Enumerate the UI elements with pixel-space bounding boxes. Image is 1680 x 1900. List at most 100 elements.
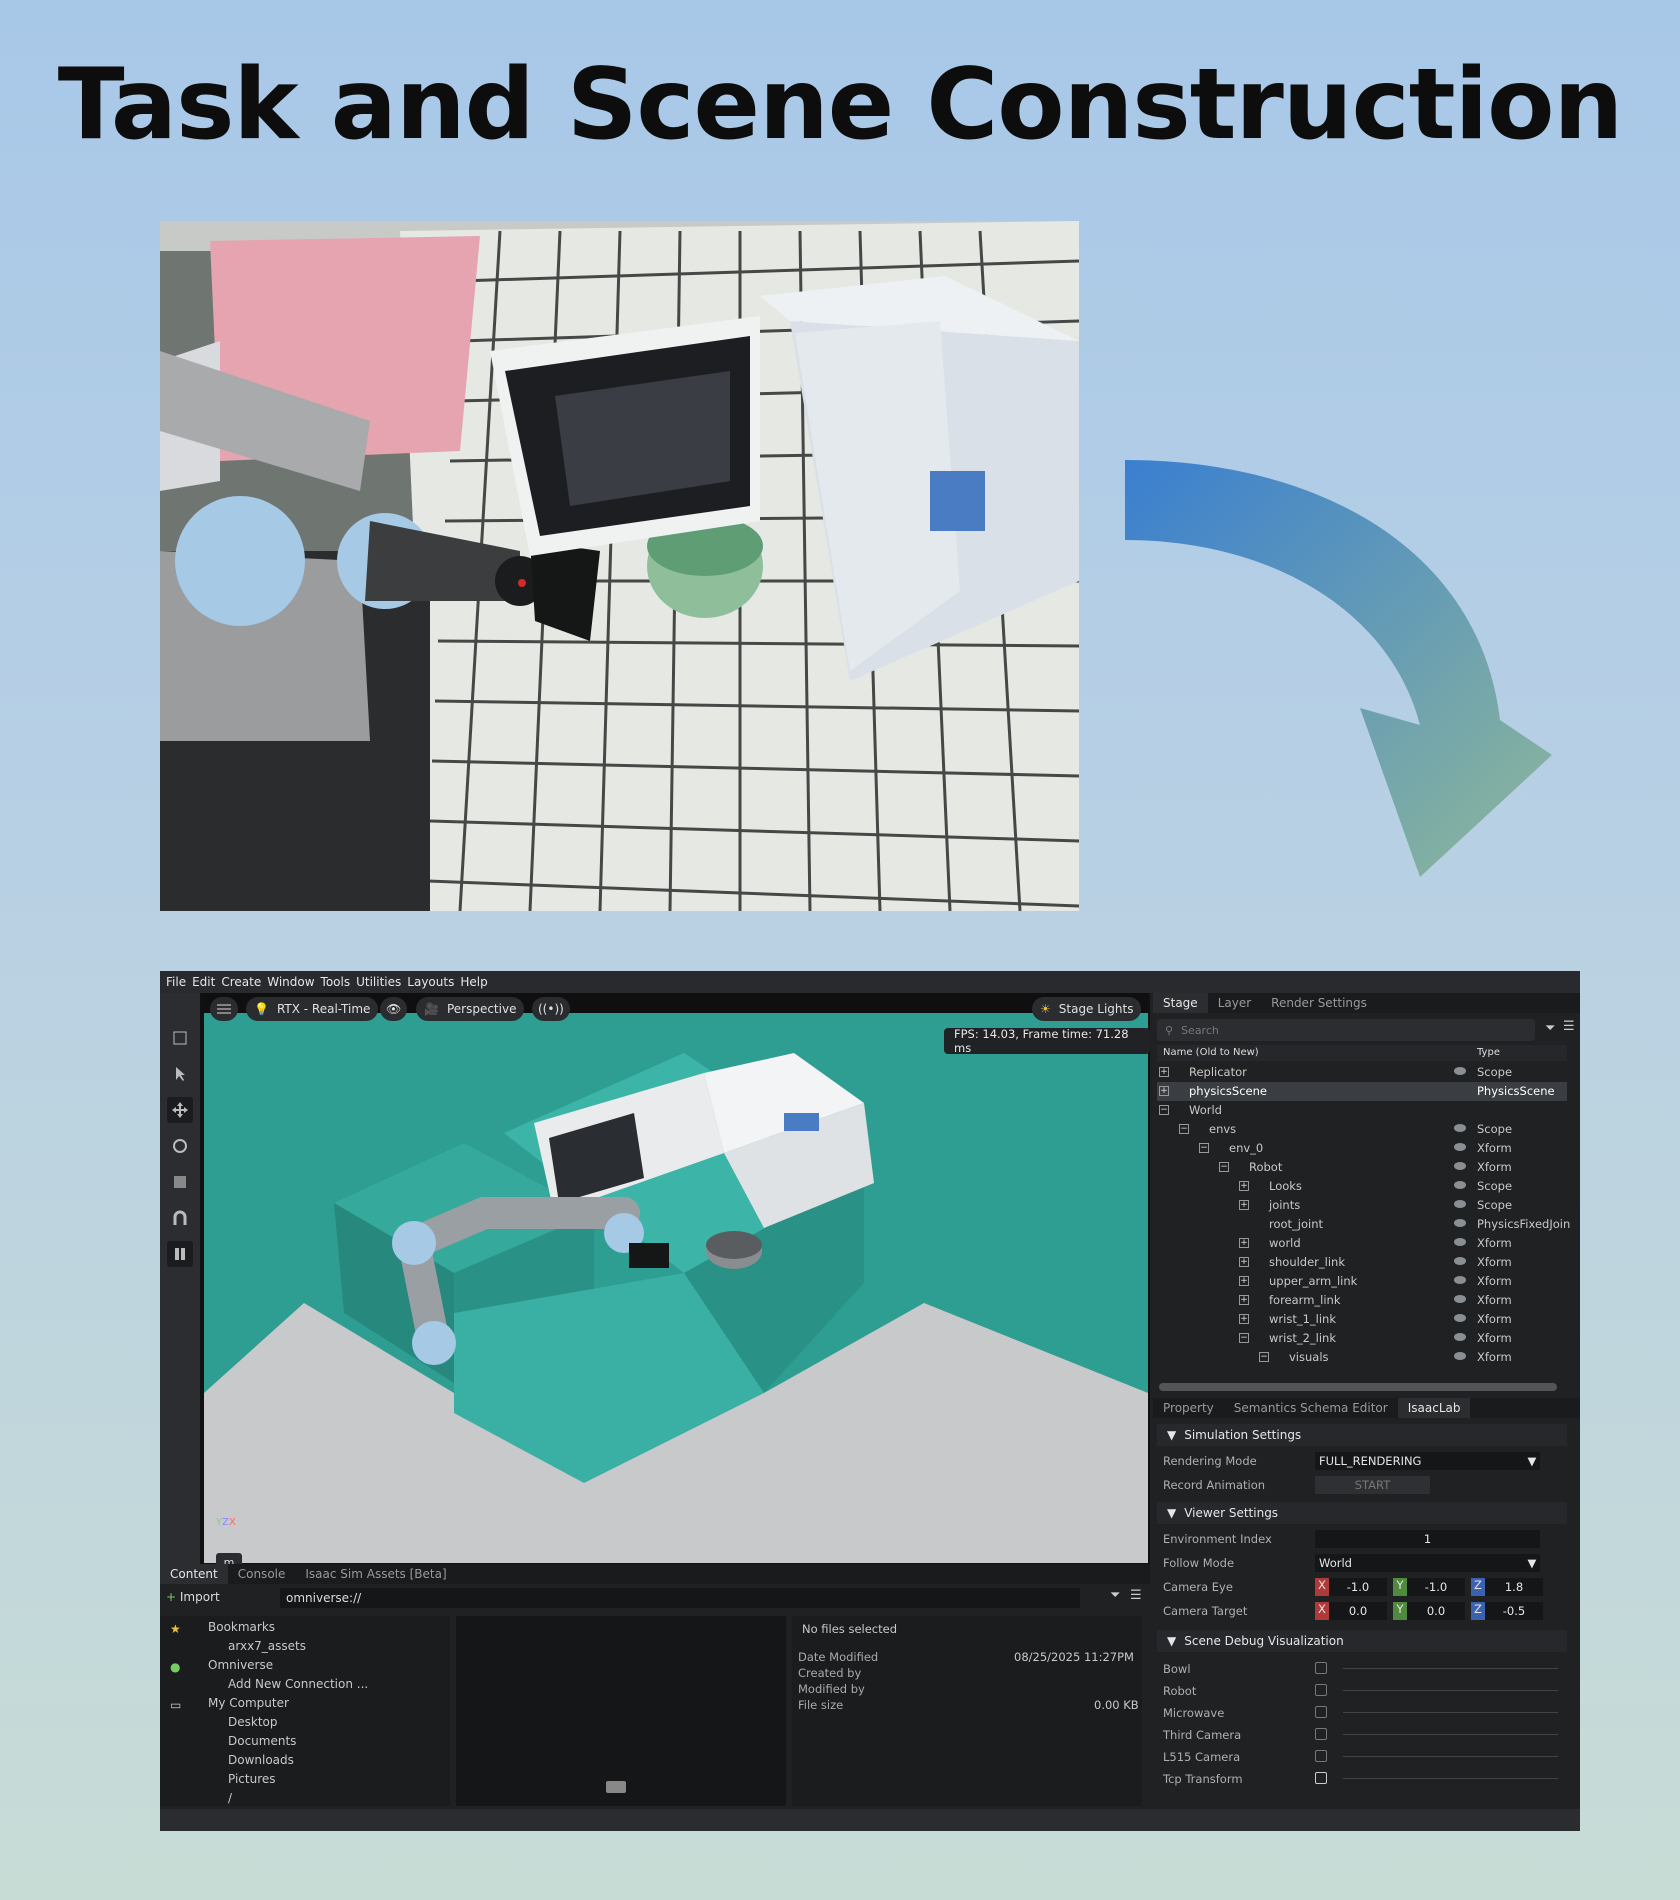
broadcast-icon[interactable]: ((•)) [532, 997, 570, 1021]
stage-row[interactable]: − wrist_2_link Xform [1157, 1329, 1567, 1348]
visibility-eye-icon[interactable] [1454, 1352, 1466, 1360]
stage-search-input[interactable]: ⚲ Search [1157, 1019, 1535, 1041]
visibility-eye-icon[interactable] [1454, 1067, 1466, 1075]
visibility-eye-icon[interactable] [1454, 1200, 1466, 1208]
camera-eye-x-field[interactable]: X -1.0 [1315, 1578, 1387, 1596]
menu-create[interactable]: Create [221, 975, 261, 989]
tab-console[interactable]: Console [228, 1564, 296, 1584]
path-input[interactable]: omniverse:// [280, 1588, 1080, 1608]
menu-layouts[interactable]: Layouts [407, 975, 454, 989]
stage-scrollbar[interactable] [1159, 1383, 1557, 1391]
tab-isaac-sim-assets[interactable]: Isaac Sim Assets [Beta] [295, 1564, 456, 1584]
visibility-eye-icon[interactable] [1454, 1181, 1466, 1189]
tree-item[interactable]: Documents [228, 1734, 296, 1748]
tab-layer[interactable]: Layer [1208, 993, 1261, 1013]
cube-icon[interactable] [167, 1025, 193, 1051]
scene-debug-header[interactable]: ▼ Scene Debug Visualization [1157, 1630, 1567, 1652]
stage-row[interactable]: + wrist_1_link Xform [1157, 1310, 1567, 1329]
visibility-eye-icon[interactable] [1454, 1295, 1466, 1303]
rendering-mode-select[interactable]: FULL_RENDERING ▼ [1315, 1452, 1540, 1470]
renderer-button[interactable]: 💡 RTX - Real-Time [246, 997, 379, 1021]
stage-row[interactable]: − Robot Xform [1157, 1158, 1567, 1177]
camera-target-z-field[interactable]: Z -0.5 [1471, 1602, 1543, 1620]
column-name[interactable]: Name (Old to New) [1163, 1047, 1259, 1058]
stage-row[interactable]: + Looks Scope [1157, 1177, 1567, 1196]
tab-render-settings[interactable]: Render Settings [1261, 993, 1377, 1013]
visibility-eye-icon[interactable] [1454, 1314, 1466, 1322]
stage-row[interactable]: − envs Scope [1157, 1120, 1567, 1139]
stage-row[interactable]: − World [1157, 1101, 1567, 1120]
simulation-settings-header[interactable]: ▼ Simulation Settings [1157, 1424, 1567, 1446]
tree-item[interactable]: Downloads [228, 1753, 294, 1767]
tree-item[interactable]: Pictures [228, 1772, 276, 1786]
stage-row[interactable]: + forearm_link Xform [1157, 1291, 1567, 1310]
stage-row[interactable]: + Replicator Scope [1157, 1063, 1567, 1082]
tree-item[interactable]: Omniverse [208, 1658, 273, 1672]
scale-icon[interactable] [167, 1169, 193, 1195]
debug-checkbox[interactable] [1315, 1750, 1327, 1762]
stage-row[interactable]: + joints Scope [1157, 1196, 1567, 1215]
menu-utilities[interactable]: Utilities [356, 975, 401, 989]
tab-stage[interactable]: Stage [1153, 993, 1208, 1013]
tab-content[interactable]: Content [160, 1564, 228, 1584]
menu-file[interactable]: File [166, 975, 186, 989]
record-start-button[interactable]: START [1315, 1476, 1430, 1494]
visibility-eye-icon[interactable] [1454, 1238, 1466, 1246]
import-button[interactable]: + Import [166, 1590, 220, 1604]
zoom-slider[interactable] [606, 1781, 626, 1793]
tree-item[interactable]: arxx7_assets [228, 1639, 306, 1653]
camera-target-y-field[interactable]: Y 0.0 [1393, 1602, 1465, 1620]
stage-row[interactable]: − env_0 Xform [1157, 1139, 1567, 1158]
viewport[interactable]: 💡 RTX - Real-Time 👁 🎥 Perspective ((•)) ☀ S… [160, 993, 1150, 1583]
filter-icon[interactable]: ⏷ [1545, 1021, 1555, 1036]
menu-icon[interactable]: ☰ [1130, 1588, 1142, 1603]
stage-row[interactable]: + world Xform [1157, 1234, 1567, 1253]
camera-target-x-field[interactable]: X 0.0 [1315, 1602, 1387, 1620]
menu-window[interactable]: Window [267, 975, 314, 989]
file-grid[interactable] [456, 1616, 786, 1806]
menu-help[interactable]: Help [460, 975, 487, 989]
settings-sliders-icon[interactable] [210, 997, 238, 1021]
menu-edit[interactable]: Edit [192, 975, 215, 989]
tree-item[interactable]: / [228, 1791, 232, 1805]
tree-item[interactable]: Desktop [228, 1715, 278, 1729]
tree-item[interactable]: Bookmarks [208, 1620, 275, 1634]
column-type[interactable]: Type [1477, 1047, 1500, 1058]
visibility-eye-icon[interactable] [1454, 1162, 1466, 1170]
camera-button[interactable]: 🎥 Perspective [416, 997, 525, 1021]
rotate-icon[interactable] [167, 1133, 193, 1159]
debug-checkbox[interactable] [1315, 1684, 1327, 1696]
eye-icon[interactable]: 👁 [380, 997, 408, 1021]
debug-checkbox[interactable] [1315, 1772, 1327, 1784]
stage-row[interactable]: + upper_arm_link Xform [1157, 1272, 1567, 1291]
select-arrow-icon[interactable] [167, 1061, 193, 1087]
move-icon[interactable] [167, 1097, 193, 1123]
pause-icon[interactable] [167, 1241, 193, 1267]
tab-isaaclab[interactable]: IsaacLab [1397, 1398, 1471, 1418]
follow-mode-select[interactable]: World ▼ [1315, 1554, 1540, 1572]
visibility-eye-icon[interactable] [1454, 1124, 1466, 1132]
debug-checkbox[interactable] [1315, 1728, 1327, 1740]
camera-eye-z-field[interactable]: Z 1.8 [1471, 1578, 1543, 1596]
tree-item[interactable]: Add New Connection ... [228, 1677, 368, 1691]
debug-checkbox[interactable] [1315, 1662, 1327, 1674]
visibility-eye-icon[interactable] [1454, 1333, 1466, 1341]
stage-row[interactable]: root_joint PhysicsFixedJoin [1157, 1215, 1570, 1234]
menu-icon[interactable]: ☰ [1563, 1019, 1575, 1034]
visibility-eye-icon[interactable] [1454, 1276, 1466, 1284]
env-index-field[interactable]: 1 [1315, 1530, 1540, 1548]
filter-icon[interactable]: ⏷ [1110, 1588, 1120, 1603]
visibility-eye-icon[interactable] [1454, 1257, 1466, 1265]
visibility-eye-icon[interactable] [1454, 1219, 1466, 1227]
stage-lights-button[interactable]: ☀ Stage Lights [1032, 997, 1142, 1021]
camera-eye-y-field[interactable]: Y -1.0 [1393, 1578, 1465, 1596]
tab-property[interactable]: Property [1153, 1398, 1224, 1418]
stage-row[interactable]: + physicsScene PhysicsScene [1157, 1082, 1567, 1101]
stage-row[interactable]: + shoulder_link Xform [1157, 1253, 1567, 1272]
menu-tools[interactable]: Tools [321, 975, 351, 989]
debug-checkbox[interactable] [1315, 1706, 1327, 1718]
tree-item[interactable]: My Computer [208, 1696, 289, 1710]
tab-semantics-schema-editor[interactable]: Semantics Schema Editor [1224, 1398, 1398, 1418]
snap-magnet-icon[interactable] [167, 1205, 193, 1231]
viewer-settings-header[interactable]: ▼ Viewer Settings [1157, 1502, 1567, 1524]
